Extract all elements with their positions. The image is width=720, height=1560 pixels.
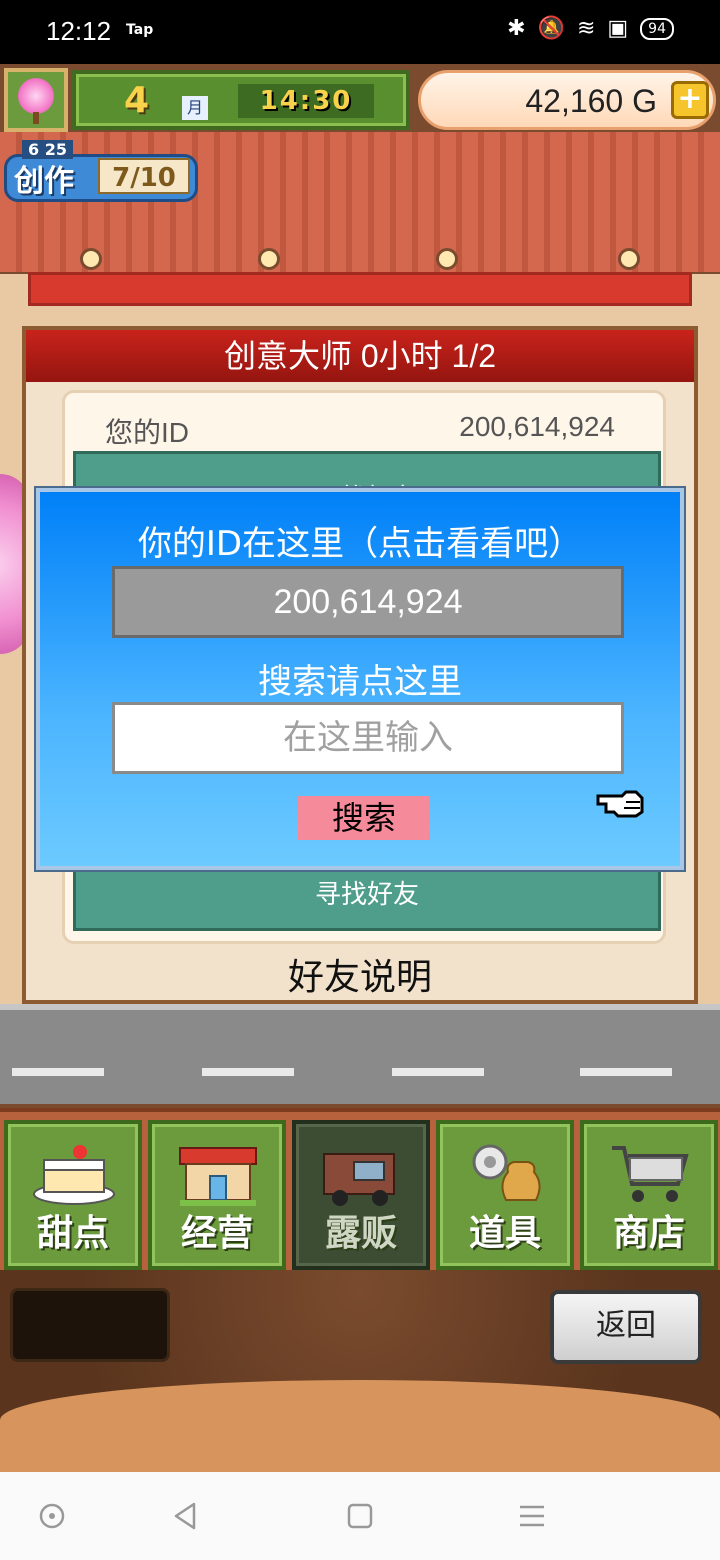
shopping-cart-icon bbox=[612, 1146, 689, 1202]
nav-store[interactable]: 商店 bbox=[580, 1120, 718, 1270]
status-bar: 12:12 Tap ✱ 🔕 ≋ ▣ 94 bbox=[0, 0, 720, 64]
add-money-button[interactable]: + bbox=[671, 81, 709, 119]
nav-items[interactable]: 道具 bbox=[436, 1120, 574, 1270]
status-time: 12:12 bbox=[46, 16, 112, 46]
pointing-hand-icon bbox=[596, 790, 644, 818]
wifi-icon: ≋ bbox=[576, 16, 596, 41]
mute-bell-icon: 🔕 bbox=[537, 16, 565, 41]
message-slot bbox=[10, 1288, 170, 1362]
create-badge[interactable]: 6 25 创作 7/10 bbox=[4, 140, 198, 204]
back-icon[interactable] bbox=[170, 1500, 202, 1532]
bottom-nav: 甜点 经营 露贩 道具 商店 bbox=[0, 1108, 720, 1270]
system-nav-bar bbox=[0, 1472, 720, 1560]
tree-trunk bbox=[33, 112, 39, 124]
search-button[interactable]: 搜索 bbox=[298, 796, 430, 840]
road bbox=[0, 1004, 720, 1104]
light-bulb-icon bbox=[618, 248, 640, 270]
nav-management[interactable]: 经营 bbox=[148, 1120, 286, 1270]
date-display: 4 月 14:30 bbox=[72, 70, 410, 130]
road-dash bbox=[392, 1068, 484, 1076]
assistant-icon[interactable] bbox=[36, 1500, 68, 1532]
game-clock: 14:30 bbox=[238, 84, 374, 118]
menu-icon[interactable] bbox=[516, 1500, 548, 1532]
home-icon[interactable] bbox=[344, 1500, 376, 1532]
shop-icon bbox=[179, 1147, 257, 1206]
game-scene: 4 月 14:30 42,160 G + 6 25 创作 7/10 创意大师 0… bbox=[0, 64, 720, 1472]
panel-title: 创意大师 0小时 1/2 bbox=[26, 330, 694, 382]
cake-icon bbox=[33, 1145, 115, 1205]
bluetooth-icon: ✱ bbox=[507, 16, 526, 41]
light-bulb-icon bbox=[436, 248, 458, 270]
food-truck-icon bbox=[323, 1153, 395, 1206]
search-input[interactable]: 在这里输入 bbox=[112, 702, 624, 774]
nav-label: 道具 bbox=[468, 1213, 541, 1254]
money-amount: 42,160 G bbox=[525, 83, 657, 119]
nfc-icon: ▣ bbox=[607, 16, 629, 41]
light-bulb-icon bbox=[80, 248, 102, 270]
battery-icon: 94 bbox=[640, 17, 674, 40]
awning-bar bbox=[28, 272, 692, 306]
shop-avatar[interactable] bbox=[4, 68, 68, 132]
nav-label: 经营 bbox=[180, 1213, 253, 1254]
month-number: 4 bbox=[124, 80, 150, 121]
tree-icon bbox=[18, 78, 54, 114]
road-dash bbox=[202, 1068, 294, 1076]
your-id-label: 您的ID bbox=[105, 417, 190, 448]
status-icons: ✱ 🔕 ≋ ▣ 94 bbox=[507, 16, 674, 41]
your-id-value: 200,614,924 bbox=[459, 411, 615, 442]
nav-label: 甜点 bbox=[36, 1213, 109, 1254]
id-display-field[interactable]: 200,614,924 bbox=[112, 566, 624, 638]
nav-label: 商店 bbox=[612, 1213, 685, 1254]
nav-label: 露贩 bbox=[324, 1213, 397, 1254]
road-dash bbox=[580, 1068, 672, 1076]
create-badge-label: 创作 bbox=[14, 164, 74, 199]
return-button[interactable]: 返回 bbox=[550, 1290, 702, 1364]
find-friends-label: 寻找好友 bbox=[314, 880, 419, 910]
friend-search-dialog: 你的ID在这里（点击看看吧） 200,614,924 搜索请点这里 在这里输入 … bbox=[36, 488, 684, 870]
dialog-title: 你的ID在这里（点击看看吧） bbox=[137, 524, 583, 564]
bottom-panel: 返回 bbox=[0, 1270, 720, 1472]
status-tap-label: Tap bbox=[126, 22, 154, 38]
nav-dessert[interactable]: 甜点 bbox=[4, 1120, 142, 1270]
bottom-panel-floor bbox=[0, 1380, 720, 1472]
light-bulb-icon bbox=[258, 248, 280, 270]
nav-stall[interactable]: 露贩 bbox=[292, 1120, 430, 1270]
month-label: 月 bbox=[182, 96, 208, 120]
search-hint: 搜索请点这里 bbox=[258, 662, 462, 702]
friend-explain-button[interactable]: 好友说明 bbox=[26, 948, 694, 1000]
money-display: 42,160 G + bbox=[418, 70, 716, 130]
create-badge-count: 7/10 bbox=[98, 158, 190, 194]
road-dash bbox=[12, 1068, 104, 1076]
gear-and-bag-icon bbox=[472, 1144, 541, 1201]
